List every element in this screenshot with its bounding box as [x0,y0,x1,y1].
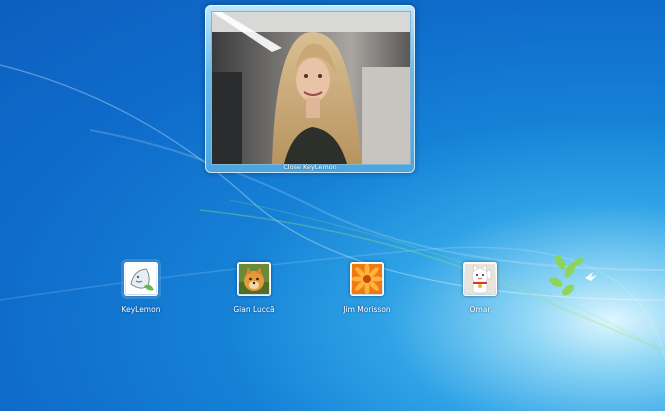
user-picture-frame[interactable] [124,262,158,296]
user-name: Jim Morisson [343,305,391,314]
user-name: Gian Luccã [233,305,275,314]
user-tile-omar[interactable]: Omar [440,262,520,314]
lucky-cat-icon [465,264,495,294]
person-face-image [212,12,410,164]
user-picture-frame[interactable] [463,262,497,296]
bird-decoration [585,272,597,281]
dog-icon [239,264,269,294]
keylemon-logo-icon [126,264,156,294]
user-tile-jim-morisson[interactable]: Jim Morisson [327,262,407,314]
user-tile-keylemon[interactable]: KeyLemon [101,262,181,314]
webcam-preview-window: Close KeyLemon [205,5,415,173]
user-name: Omar [469,305,491,314]
webcam-video-feed [211,11,411,165]
close-keylemon-link[interactable]: Close KeyLemon [205,162,415,173]
user-picture-frame[interactable] [350,262,384,296]
flower-icon [352,264,382,294]
user-picture-frame[interactable] [237,262,271,296]
user-name: KeyLemon [121,305,161,314]
user-tile-gian-lucca[interactable]: Gian Luccã [214,262,294,314]
leaf-decoration [549,254,584,296]
